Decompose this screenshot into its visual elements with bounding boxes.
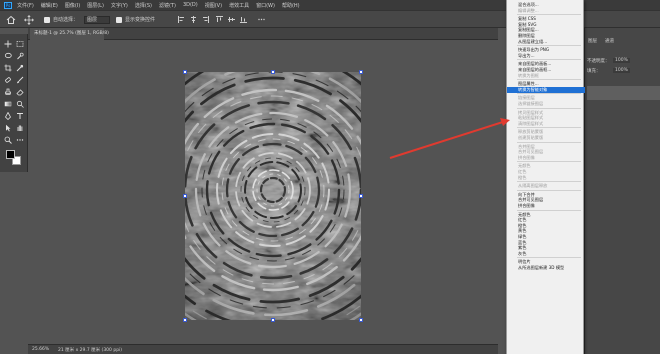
transform-handle-top[interactable] <box>271 70 275 74</box>
context-menu-item[interactable]: 拼合图像 <box>507 203 585 209</box>
menu-image[interactable]: 图像(I) <box>65 2 80 9</box>
eyedropper-tool-icon[interactable] <box>16 64 24 72</box>
transform-handle-top-left[interactable] <box>183 70 187 74</box>
document-tab-bar: 未标题-1 @ 25.7% (图层 1, RGB/8) <box>28 28 498 40</box>
stamp-tool-icon[interactable] <box>4 88 12 96</box>
healing-brush-tool-icon[interactable] <box>4 76 12 84</box>
tools-panel <box>0 34 28 172</box>
swirl-texture-image <box>185 72 361 320</box>
menu-layer[interactable]: 图层(L) <box>87 2 104 9</box>
menu-edit[interactable]: 编辑(E) <box>41 2 58 9</box>
home-icon[interactable] <box>6 15 16 25</box>
menu-help[interactable]: 帮助(H) <box>282 2 300 9</box>
align-bottom-icon[interactable] <box>240 16 247 23</box>
quick-select-tool-icon[interactable] <box>16 52 24 60</box>
fill-value[interactable]: 100% <box>613 68 630 73</box>
context-menu-item[interactable]: 从所选图层新建 3D 模型 <box>507 265 585 271</box>
opacity-value[interactable]: 100% <box>613 58 630 63</box>
auto-select-label: 自动选择： <box>53 17 79 23</box>
canvas-image[interactable] <box>185 72 361 320</box>
hand-tool-icon[interactable] <box>16 124 24 132</box>
context-menu-item: 从隔离图层释放 <box>518 183 548 189</box>
crop-tool-icon[interactable] <box>4 64 12 72</box>
transform-handle-right[interactable] <box>359 194 363 198</box>
brush-tool-icon[interactable] <box>16 76 24 84</box>
transform-handle-left[interactable] <box>183 194 187 198</box>
path-select-tool-icon[interactable] <box>4 124 12 132</box>
transform-handle-bottom-right[interactable] <box>359 318 363 322</box>
context-menu-item: 编辑调整... <box>518 7 539 13</box>
context-menu-item[interactable]: 导出为... <box>507 53 585 59</box>
context-menu-item: 选择链接图层 <box>518 101 544 106</box>
menu-3d[interactable]: 3D(D) <box>183 2 198 8</box>
dodge-tool-icon[interactable] <box>16 100 24 108</box>
align-right-icon[interactable] <box>202 16 209 23</box>
menu-select[interactable]: 选择(S) <box>135 2 152 9</box>
menu-window[interactable]: 窗口(W) <box>256 2 275 9</box>
context-menu-item[interactable]: 转换为智能对象 <box>507 86 585 93</box>
align-middle-icon[interactable] <box>228 16 235 23</box>
pen-tool-icon[interactable] <box>4 112 12 120</box>
menu-file[interactable]: 文件(F) <box>17 2 34 9</box>
document-tab[interactable]: 未标题-1 @ 25.7% (图层 1, RGB/8) <box>30 28 109 40</box>
layer-row[interactable] <box>587 86 660 100</box>
layer-context-menu: 混合选项... 编辑调整... 复制 CSS 复制 SVG 复制图层... 删除图层 从图层… <box>506 0 585 354</box>
photoshop-logo: Ps <box>4 1 12 9</box>
context-menu-item: 拼合图像 <box>518 154 535 160</box>
context-menu-item[interactable]: 灰色 <box>507 251 585 257</box>
document-info[interactable]: 21 厘米 x 29.7 厘米 (300 ppi) <box>58 347 122 353</box>
opacity-label: 不透明度： <box>587 59 610 64</box>
context-menu-item: 创建剪贴蒙版 <box>518 135 544 140</box>
fill-label: 填充： <box>587 69 601 74</box>
tab-channels[interactable]: 通道 <box>605 38 614 44</box>
more-options-icon[interactable] <box>258 16 265 23</box>
context-menu-item[interactable]: 从图层建立组... <box>507 39 585 45</box>
more-tools-icon[interactable] <box>16 136 24 144</box>
zoom-level[interactable]: 25.66% <box>32 347 49 352</box>
gradient-tool-icon[interactable] <box>4 100 12 108</box>
context-menu-item: 清除图层样式 <box>518 120 544 126</box>
menu-separator <box>517 141 581 143</box>
marquee-tool-icon[interactable] <box>16 40 24 48</box>
foreground-color-swatch[interactable] <box>6 150 15 159</box>
menu-type[interactable]: 文字(Y) <box>111 2 128 9</box>
context-menu-item: 橙色 <box>518 174 527 180</box>
align-left-icon[interactable] <box>178 16 185 23</box>
menu-separator <box>517 107 581 109</box>
menu-plugins[interactable]: 增效工具 <box>229 2 249 9</box>
lasso-tool-icon[interactable] <box>4 52 12 60</box>
align-center-icon[interactable] <box>190 16 197 23</box>
transform-handle-top-right[interactable] <box>359 70 363 74</box>
zoom-tool-icon[interactable] <box>4 136 12 144</box>
menu-separator <box>517 209 581 211</box>
align-top-icon[interactable] <box>216 16 223 23</box>
show-transform-label: 显示变换控件 <box>125 17 156 23</box>
auto-select-checkbox[interactable] <box>44 17 50 23</box>
show-transform-checkbox[interactable] <box>116 17 122 23</box>
transform-handle-bottom-left[interactable] <box>183 318 187 322</box>
layers-panel: 图层 通道 不透明度： 100% 填充： 100% <box>584 28 660 354</box>
menu-filter[interactable]: 滤镜(T) <box>159 2 176 9</box>
tab-layers[interactable]: 图层 <box>588 38 597 44</box>
context-menu-item: 转换为图框 <box>518 72 539 78</box>
type-tool-icon[interactable] <box>16 112 24 120</box>
eraser-tool-icon[interactable] <box>16 88 24 96</box>
transform-handle-bottom[interactable] <box>271 318 275 322</box>
auto-select-dropdown[interactable]: 图层 <box>84 16 110 24</box>
move-tool-icon[interactable] <box>24 15 34 25</box>
menu-view[interactable]: 视图(V) <box>205 2 222 9</box>
status-bar: 25.66% 21 厘米 x 29.7 厘米 (300 ppi) <box>28 344 498 354</box>
menu-separator <box>517 189 581 191</box>
move-tool-icon[interactable] <box>4 40 12 48</box>
